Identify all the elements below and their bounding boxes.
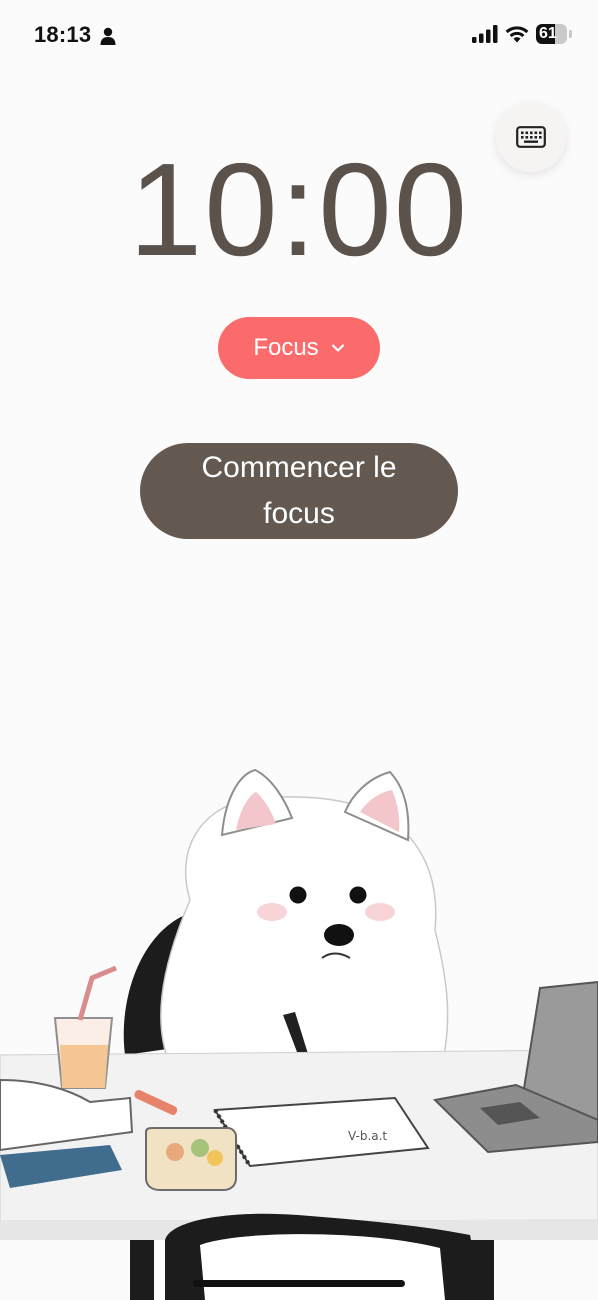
status-time: 18:13 bbox=[34, 22, 92, 47]
notebook-scribble: V-b.a.t bbox=[348, 1129, 387, 1143]
mode-label: Focus bbox=[253, 334, 319, 361]
battery-indicator: 61 bbox=[536, 24, 572, 44]
home-indicator[interactable] bbox=[193, 1280, 405, 1287]
start-focus-button[interactable]: Commencer le focus bbox=[140, 443, 458, 539]
person-icon bbox=[100, 27, 116, 45]
status-indicators: 61 bbox=[472, 24, 572, 44]
chevron-down-icon bbox=[331, 344, 344, 352]
battery-level: 61 bbox=[539, 25, 557, 42]
timer-display: 10:00 bbox=[128, 136, 470, 283]
signal-icon bbox=[472, 25, 498, 43]
status-bar: 18:13 61 bbox=[0, 0, 598, 72]
wifi-icon bbox=[505, 26, 529, 43]
mode-dropdown[interactable]: Focus bbox=[218, 317, 380, 379]
snack-box bbox=[145, 1127, 237, 1191]
samoyed-desk-illustration: V-b.a.t bbox=[0, 700, 598, 1300]
start-focus-label: Commencer le focus bbox=[201, 451, 397, 530]
